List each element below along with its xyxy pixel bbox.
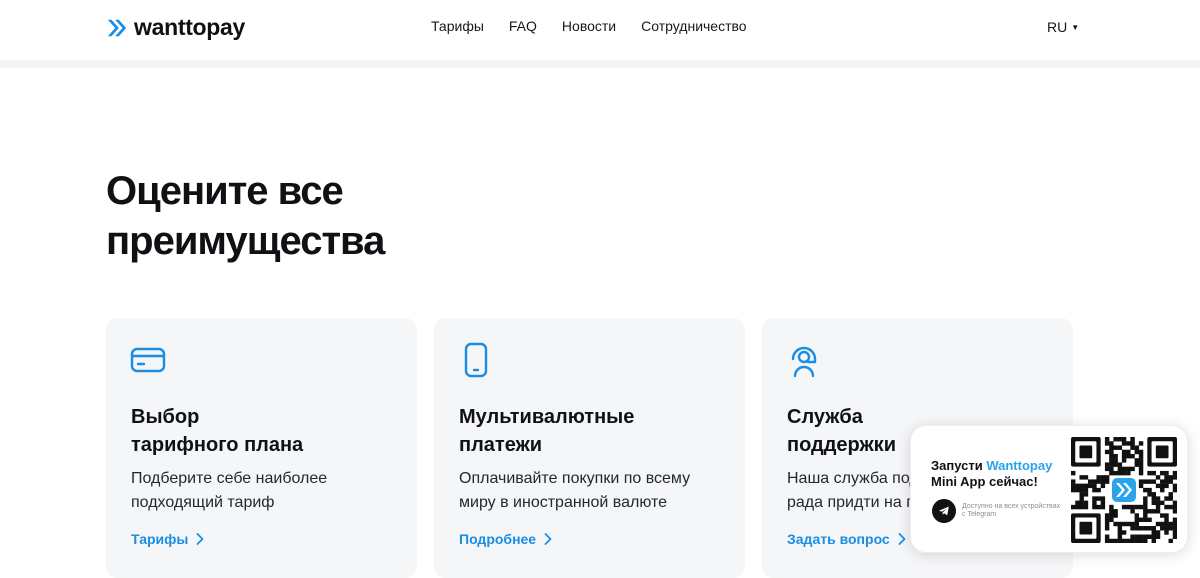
- card-description-line1: Оплачивайте покупки по всему: [459, 470, 691, 487]
- card-description-line1: Наша служба под: [787, 470, 919, 487]
- nav-link-faq[interactable]: FAQ: [509, 18, 537, 34]
- card-link-tariffs[interactable]: Тарифы: [131, 531, 204, 547]
- card-title-line1: Служба: [787, 406, 863, 428]
- card-title-line2: поддержки: [787, 434, 896, 456]
- page-title-line1: Оцените все: [106, 169, 344, 213]
- card-description: Оплачивайте покупки по всему миру в инос…: [459, 467, 729, 515]
- logo-chevrons-icon: [107, 19, 127, 36]
- card-description-line1: Подберите себе наиболее: [131, 470, 328, 487]
- caret-down-icon: ▼: [1071, 22, 1080, 32]
- header-divider: [0, 60, 1200, 68]
- card-link-label: Подробнее: [459, 531, 537, 547]
- card-description-line2: подходящий тариф: [131, 494, 275, 511]
- credit-card-icon: [130, 347, 166, 373]
- card-title-line2: тарифного плана: [131, 434, 304, 456]
- smartphone-icon: [464, 342, 488, 378]
- card-title-line2: платежи: [459, 434, 543, 456]
- chevron-right-icon: [544, 533, 552, 545]
- telegram-mini-app-promo[interactable]: Запусти Wanttopay Mini App сейчас! Досту…: [910, 425, 1188, 553]
- page-title-line2: преимущества: [106, 219, 385, 263]
- card-description-line2: рада придти на п: [787, 494, 915, 511]
- card-title: Мультивалютные платежи: [459, 403, 729, 459]
- card-title: Выбор тарифного плана: [131, 403, 401, 459]
- card-description: Подберите себе наиболее подходящий тариф: [131, 467, 401, 515]
- promo-title: Запусти Wanttopay Mini App сейчас!: [931, 458, 1081, 490]
- promo-title-suffix: Mini App сейчас!: [931, 474, 1038, 489]
- chevron-right-icon: [196, 533, 204, 545]
- language-label: RU: [1047, 19, 1068, 35]
- feature-card-tariff: Выбор тарифного плана Подберите себе наи…: [106, 318, 417, 578]
- nav-link-tariffs[interactable]: Тарифы: [431, 18, 484, 34]
- card-title-line1: Выбор: [131, 406, 200, 428]
- card-link-ask-question[interactable]: Задать вопрос: [787, 531, 906, 547]
- chevron-right-icon: [898, 533, 906, 545]
- card-title-line1: Мультивалютные: [459, 406, 635, 428]
- promo-title-prefix: Запусти: [931, 458, 987, 473]
- language-selector[interactable]: RU ▼: [1047, 19, 1079, 35]
- promo-title-brand: Wanttopay: [986, 458, 1053, 473]
- site-header: wanttopay Тарифы FAQ Новости Сотрудничес…: [0, 0, 1200, 60]
- telegram-plane-icon: [939, 506, 949, 516]
- feature-card-multicurrency: Мультивалютные платежи Оплачивайте покуп…: [434, 318, 745, 578]
- card-description-line2: миру в иностранной валюте: [459, 494, 668, 511]
- support-agent-icon: [791, 346, 817, 378]
- nav-link-news[interactable]: Новости: [562, 18, 616, 34]
- card-link-label: Тарифы: [131, 531, 189, 547]
- page-title: Оцените все преимущества: [106, 166, 606, 266]
- logo-text: wanttopay: [134, 14, 246, 40]
- card-link-more[interactable]: Подробнее: [459, 531, 552, 547]
- telegram-logo: [932, 499, 956, 523]
- qr-code[interactable]: [1071, 437, 1177, 543]
- card-link-label: Задать вопрос: [787, 531, 890, 547]
- nav-link-partnership[interactable]: Сотрудничество: [641, 18, 746, 34]
- main-nav: Тарифы FAQ Новости Сотрудничество: [431, 18, 747, 34]
- logo[interactable]: wanttopay: [106, 14, 245, 41]
- promo-availability: Доступно на всех устройствах с Telegram: [962, 503, 1061, 518]
